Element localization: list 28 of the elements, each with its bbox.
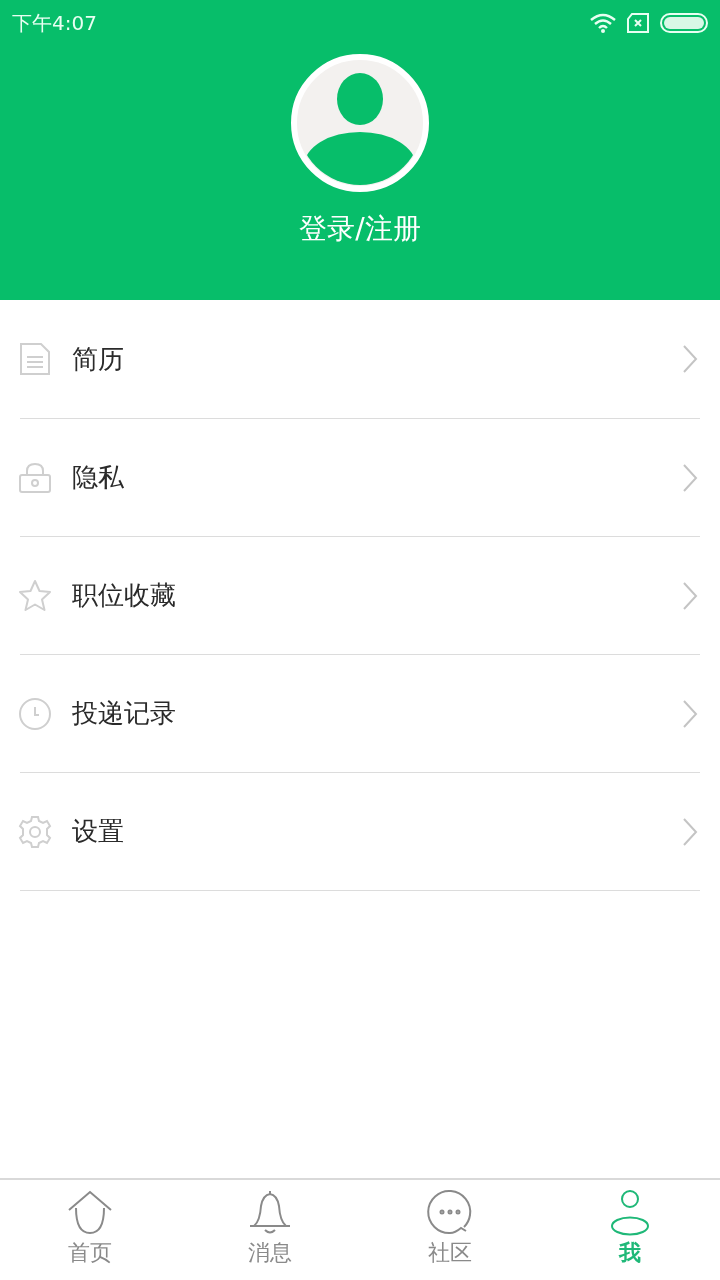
chevron-right-icon — [682, 580, 698, 611]
menu-label: 隐私 — [72, 461, 125, 494]
chevron-right-icon — [682, 698, 698, 729]
tab[interactable]: 社区 — [360, 1180, 540, 1280]
document-icon — [18, 342, 52, 376]
battery-icon — [660, 13, 708, 33]
menu-item[interactable]: 职位收藏 — [20, 537, 700, 655]
menu-item[interactable]: 设置 — [20, 773, 700, 891]
wifi-icon — [590, 13, 616, 33]
avatar-icon[interactable] — [291, 54, 429, 192]
star-icon — [18, 578, 52, 613]
no-sim-icon — [626, 13, 650, 33]
menu-label: 投递记录 — [72, 697, 177, 730]
status-time: 下午4:07 — [12, 9, 97, 37]
menu-label: 职位收藏 — [72, 579, 177, 612]
lock-icon — [18, 460, 52, 495]
home-icon — [66, 1188, 114, 1236]
menu-label: 简历 — [72, 342, 125, 376]
clock-icon — [18, 696, 52, 731]
settings-icon — [18, 814, 52, 849]
chat-bubble-icon — [426, 1188, 474, 1236]
chevron-right-icon — [682, 462, 698, 493]
menu-item[interactable]: 投递记录 — [20, 655, 700, 773]
chevron-right-icon — [682, 344, 698, 374]
menu-item[interactable]: 隐私 — [20, 419, 700, 537]
menu-item[interactable]: 简历 — [20, 300, 700, 419]
menu-label: 设置 — [72, 815, 125, 848]
chevron-right-icon — [682, 816, 698, 847]
